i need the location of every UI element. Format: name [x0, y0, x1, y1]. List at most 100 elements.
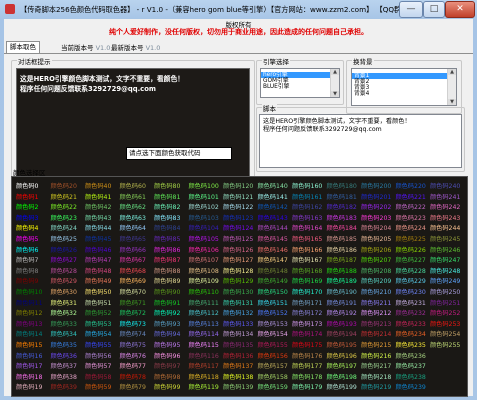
color-code-209[interactable]: 颜色码209 — [361, 276, 391, 285]
color-code-46[interactable]: 颜色码46 — [85, 245, 111, 254]
color-code-228[interactable]: 颜色码228 — [396, 266, 426, 275]
color-code-167[interactable]: 颜色码167 — [292, 255, 322, 264]
script-textarea[interactable]: 这是HERO引擎颜色脚本测试，文字不重要，看颜色！ 程序任何问题反馈联系3292… — [259, 114, 462, 168]
color-code-123[interactable]: 颜色码123 — [223, 213, 253, 222]
color-code-97[interactable]: 颜色码97 — [154, 361, 180, 370]
color-code-70[interactable]: 颜色码70 — [120, 287, 146, 296]
color-code-30[interactable]: 颜色码30 — [51, 287, 77, 296]
color-code-216[interactable]: 颜色码216 — [361, 351, 391, 360]
color-code-121[interactable]: 颜色码121 — [223, 192, 253, 201]
color-code-144[interactable]: 颜色码144 — [258, 223, 288, 232]
color-code-211[interactable]: 颜色码211 — [361, 298, 391, 307]
color-code-56[interactable]: 颜色码56 — [85, 351, 111, 360]
color-code-234[interactable]: 颜色码234 — [396, 329, 426, 338]
color-code-254[interactable]: 颜色码254 — [430, 329, 460, 338]
color-code-50[interactable]: 颜色码50 — [85, 287, 111, 296]
color-code-169[interactable]: 颜色码169 — [292, 276, 322, 285]
color-code-141[interactable]: 颜色码141 — [258, 192, 288, 201]
color-code-239[interactable]: 颜色码239 — [396, 382, 426, 391]
color-code-165[interactable]: 颜色码165 — [292, 234, 322, 243]
color-code-114[interactable]: 颜色码114 — [189, 329, 219, 338]
color-code-66[interactable]: 颜色码66 — [120, 245, 146, 254]
color-code-255[interactable]: 颜色码255 — [430, 340, 460, 349]
color-code-235[interactable]: 颜色码235 — [396, 340, 426, 349]
color-code-72[interactable]: 颜色码72 — [120, 308, 146, 317]
color-code-16[interactable]: 颜色码16 — [16, 351, 42, 360]
color-code-207[interactable]: 颜色码207 — [361, 255, 391, 264]
color-code-95[interactable]: 颜色码95 — [154, 340, 180, 349]
color-code-154[interactable]: 颜色码154 — [258, 329, 288, 338]
color-code-103[interactable]: 颜色码103 — [189, 213, 219, 222]
color-code-171[interactable]: 颜色码171 — [292, 298, 322, 307]
color-code-250[interactable]: 颜色码250 — [430, 287, 460, 296]
color-code-92[interactable]: 颜色码92 — [154, 308, 180, 317]
color-code-213[interactable]: 颜色码213 — [361, 319, 391, 328]
color-code-107[interactable]: 颜色码107 — [189, 255, 219, 264]
color-code-61[interactable]: 颜色码61 — [120, 192, 146, 201]
color-code-40[interactable]: 颜色码40 — [85, 181, 111, 190]
color-code-93[interactable]: 颜色码93 — [154, 319, 180, 328]
color-code-158[interactable]: 颜色码158 — [258, 372, 288, 381]
color-code-24[interactable]: 颜色码24 — [51, 223, 77, 232]
color-code-203[interactable]: 颜色码203 — [361, 213, 391, 222]
color-code-170[interactable]: 颜色码170 — [292, 287, 322, 296]
color-code-17[interactable]: 颜色码17 — [16, 361, 42, 370]
color-code-75[interactable]: 颜色码75 — [120, 340, 146, 349]
color-code-161[interactable]: 颜色码161 — [292, 192, 322, 201]
color-code-253[interactable]: 颜色码253 — [430, 319, 460, 328]
color-code-206[interactable]: 颜色码206 — [361, 245, 391, 254]
background-listbox[interactable]: 背景1 背景2 背景3 背景4 ▲ ▼ — [351, 68, 457, 106]
color-code-150[interactable]: 颜色码150 — [258, 287, 288, 296]
color-code-54[interactable]: 颜色码54 — [85, 329, 111, 338]
color-code-226[interactable]: 颜色码226 — [396, 245, 426, 254]
color-code-10[interactable]: 颜色码10 — [16, 287, 42, 296]
color-code-105[interactable]: 颜色码105 — [189, 234, 219, 243]
color-code-159[interactable]: 颜色码159 — [258, 382, 288, 391]
color-code-45[interactable]: 颜色码45 — [85, 234, 111, 243]
color-code-125[interactable]: 颜色码125 — [223, 234, 253, 243]
color-code-252[interactable]: 颜色码252 — [430, 308, 460, 317]
color-code-168[interactable]: 颜色码168 — [292, 266, 322, 275]
color-code-179[interactable]: 颜色码179 — [292, 382, 322, 391]
color-code-137[interactable]: 颜色码137 — [223, 361, 253, 370]
color-code-108[interactable]: 颜色码108 — [189, 266, 219, 275]
color-code-14[interactable]: 颜色码14 — [16, 329, 42, 338]
color-code-176[interactable]: 颜色码176 — [292, 351, 322, 360]
color-code-221[interactable]: 颜色码221 — [396, 192, 426, 201]
color-code-143[interactable]: 颜色码143 — [258, 213, 288, 222]
color-code-129[interactable]: 颜色码129 — [223, 276, 253, 285]
color-code-196[interactable]: 颜色码196 — [327, 351, 357, 360]
color-code-145[interactable]: 颜色码145 — [258, 234, 288, 243]
color-code-0[interactable]: 颜色码0 — [16, 181, 39, 190]
color-code-18[interactable]: 颜色码18 — [16, 372, 42, 381]
list-item[interactable]: 背景4 — [352, 91, 456, 97]
color-code-100[interactable]: 颜色码100 — [189, 181, 219, 190]
color-code-215[interactable]: 颜色码215 — [361, 340, 391, 349]
color-code-230[interactable]: 颜色码230 — [396, 287, 426, 296]
color-code-74[interactable]: 颜色码74 — [120, 329, 146, 338]
color-code-58[interactable]: 颜色码58 — [85, 372, 111, 381]
color-code-208[interactable]: 颜色码208 — [361, 266, 391, 275]
color-code-193[interactable]: 颜色码193 — [327, 319, 357, 328]
color-code-59[interactable]: 颜色码59 — [85, 382, 111, 391]
color-code-146[interactable]: 颜色码146 — [258, 245, 288, 254]
color-code-73[interactable]: 颜色码73 — [120, 319, 146, 328]
color-code-104[interactable]: 颜色码104 — [189, 223, 219, 232]
color-code-15[interactable]: 颜色码15 — [16, 340, 42, 349]
color-code-28[interactable]: 颜色码28 — [51, 266, 77, 275]
color-code-220[interactable]: 颜色码220 — [396, 181, 426, 190]
color-code-237[interactable]: 颜色码237 — [396, 361, 426, 370]
color-code-87[interactable]: 颜色码87 — [154, 255, 180, 264]
color-code-245[interactable]: 颜色码245 — [430, 234, 460, 243]
color-code-183[interactable]: 颜色码183 — [327, 213, 357, 222]
background-scrollbar[interactable]: ▲ ▼ — [447, 69, 456, 105]
color-code-69[interactable]: 颜色码69 — [120, 276, 146, 285]
color-code-227[interactable]: 颜色码227 — [396, 255, 426, 264]
color-code-102[interactable]: 颜色码102 — [189, 202, 219, 211]
color-code-151[interactable]: 颜色码151 — [258, 298, 288, 307]
color-code-166[interactable]: 颜色码166 — [292, 245, 322, 254]
color-code-83[interactable]: 颜色码83 — [154, 213, 180, 222]
color-code-71[interactable]: 颜色码71 — [120, 298, 146, 307]
color-code-67[interactable]: 颜色码67 — [120, 255, 146, 264]
color-code-173[interactable]: 颜色码173 — [292, 319, 322, 328]
